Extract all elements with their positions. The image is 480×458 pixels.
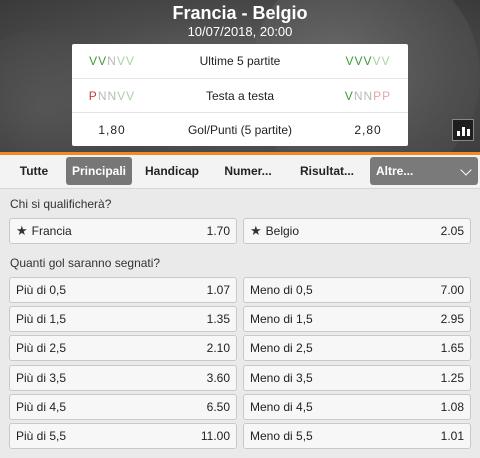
odd-button-over[interactable]: Più di 0,5 1.07	[9, 277, 237, 303]
stat-label: Gol/Punti (5 partite)	[187, 122, 293, 137]
away-last5-form: VVVVV	[328, 54, 408, 68]
odd-label: Più di 0,5	[16, 283, 67, 297]
odd-button-over[interactable]: Più di 1,5 1.35	[9, 306, 237, 333]
odd-button-under[interactable]: Meno di 4,5 1.08	[243, 393, 471, 420]
tab-tutte[interactable]: Tutte	[8, 157, 60, 185]
home-last5-form: VVNVV	[72, 54, 152, 68]
odd-label: Più di 1,5	[16, 312, 67, 327]
altre-dropdown-label: Altre...	[376, 164, 414, 178]
match-title: Francia - Belgio	[172, 3, 308, 23]
odd-label: Meno di 3,5	[250, 370, 313, 385]
form-result: V	[126, 88, 136, 103]
form-result: V	[381, 54, 391, 68]
stat-label: Ultime 5 partite	[199, 54, 281, 68]
odd-label: Francia	[31, 224, 72, 238]
tab-handicap[interactable]: Handicap	[138, 157, 206, 185]
odd-value: 11.00	[200, 429, 230, 443]
odd-value: 2.95	[440, 312, 464, 327]
odd-button-over[interactable]: Più di 4,5 6.50	[9, 393, 237, 420]
odd-value: 1.25	[440, 370, 464, 385]
stat-row-goals: 1,80 Gol/Punti (5 partite) 2,80	[72, 112, 408, 146]
odd-value: 1.07	[206, 283, 230, 297]
stat-row-last5: VVNVV Ultime 5 partite VVVVV	[72, 44, 408, 78]
star-icon: ★	[16, 223, 28, 238]
odd-button-under[interactable]: Meno di 2,5 1.65	[243, 335, 471, 362]
tab-numeri[interactable]: Numer...	[212, 157, 284, 185]
odd-label: Più di 2,5	[16, 341, 67, 356]
tab-principali[interactable]: Principali	[66, 157, 132, 185]
form-result: V	[363, 54, 373, 68]
odd-label: Più di 5,5	[16, 429, 67, 443]
form-result: V	[117, 88, 127, 103]
section-title-gol: Quanti gol saranno segnati?	[10, 256, 161, 270]
tab-risultati[interactable]: Risultat...	[290, 157, 364, 185]
odd-value: 1.70	[206, 224, 230, 238]
odd-button-belgio[interactable]: ★ Belgio 2.05	[243, 218, 471, 244]
odd-value: 2.05	[440, 224, 464, 238]
odd-button-under[interactable]: Meno di 5,5 1.01	[243, 423, 471, 449]
match-header: Francia - Belgio 10/07/2018, 20:00 VVNVV…	[0, 0, 480, 152]
form-result: V	[372, 54, 382, 68]
market-tabs: Tutte Principali Handicap Numer... Risul…	[0, 155, 480, 189]
odd-label: Meno di 1,5	[250, 312, 313, 327]
form-result: V	[98, 54, 108, 68]
odd-label: Meno di 4,5	[250, 399, 313, 414]
form-result: P	[382, 88, 392, 103]
odd-value: 1.65	[440, 341, 464, 356]
home-goals-value: 1,80	[98, 122, 126, 137]
odd-label: Meno di 5,5	[250, 429, 313, 443]
odd-label: Belgio	[265, 224, 300, 238]
away-goals-value: 2,80	[354, 122, 382, 137]
form-result: V	[344, 88, 354, 103]
odd-button-under[interactable]: Meno di 3,5 1.25	[243, 364, 471, 391]
section-title-qualifica: Chi si qualificherà?	[10, 197, 112, 211]
altre-dropdown[interactable]: Altre...	[370, 157, 478, 185]
stat-label: Testa a testa	[205, 88, 275, 103]
chevron-down-icon	[460, 164, 472, 176]
odd-button-over[interactable]: Più di 3,5 3.60	[9, 364, 237, 391]
form-result: P	[373, 88, 383, 103]
odd-value: 1.08	[440, 399, 464, 414]
odd-button-francia[interactable]: ★ Francia 1.70	[9, 218, 237, 244]
bar-chart-icon[interactable]	[452, 119, 474, 141]
odd-button-under[interactable]: Meno di 0,5 7.00	[243, 277, 471, 303]
form-result: P	[88, 88, 98, 103]
odd-button-over[interactable]: Più di 5,5 11.00	[9, 423, 237, 449]
odd-value: 7.00	[440, 283, 464, 297]
form-result: V	[116, 54, 126, 68]
form-result: V	[125, 54, 135, 68]
odd-value: 6.50	[206, 399, 230, 414]
odd-label: Più di 3,5	[16, 370, 67, 385]
odd-label: Meno di 2,5	[250, 341, 313, 356]
odd-button-under[interactable]: Meno di 1,5 2.95	[243, 306, 471, 333]
odd-label: Meno di 0,5	[250, 283, 313, 297]
odd-value: 1.35	[206, 312, 230, 327]
star-icon: ★	[250, 223, 262, 238]
odd-value: 1.01	[440, 429, 464, 443]
form-result: N	[363, 88, 374, 103]
stats-panel: VVNVV Ultime 5 partite VVVVV PNNVV Testa…	[72, 44, 408, 146]
stat-row-h2h: PNNVV Testa a testa VNNPP	[72, 78, 408, 112]
match-datetime: 10/07/2018, 20:00	[187, 24, 293, 39]
odd-label: Più di 4,5	[16, 399, 67, 414]
odd-button-over[interactable]: Più di 2,5 2.10	[9, 335, 237, 362]
home-h2h-form: PNNVV	[72, 89, 152, 103]
form-result: V	[89, 54, 99, 68]
odd-value: 2.10	[206, 341, 230, 356]
form-result: N	[107, 88, 118, 103]
form-result: N	[107, 54, 117, 68]
odd-value: 3.60	[206, 370, 230, 385]
away-h2h-form: VNNPP	[328, 89, 408, 103]
